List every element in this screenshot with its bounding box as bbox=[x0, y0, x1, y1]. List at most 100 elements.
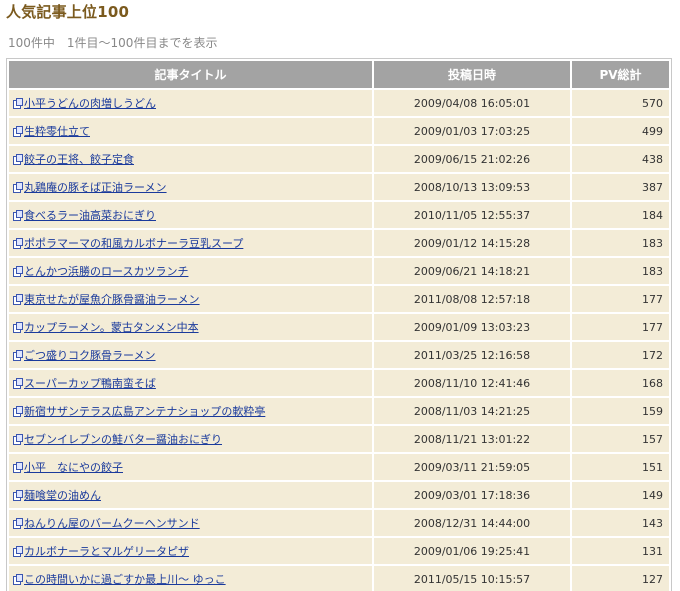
article-link[interactable]: 餃子の王将、餃子定食 bbox=[24, 153, 134, 166]
pv-cell: 172 bbox=[572, 342, 669, 368]
pv-cell: 168 bbox=[572, 370, 669, 396]
date-cell: 2009/01/03 17:03:25 bbox=[374, 118, 570, 144]
title-cell: とんかつ浜勝のロースカツランチ bbox=[9, 258, 372, 284]
date-cell: 2009/01/06 19:25:41 bbox=[374, 538, 570, 564]
table-row: この時間いかに過ごすか最上川～ ゆっこ 2011/05/15 10:15:57 12… bbox=[9, 566, 669, 591]
page-icon bbox=[13, 406, 23, 417]
pv-cell: 159 bbox=[572, 398, 669, 424]
date-cell: 2008/10/13 13:09:53 bbox=[374, 174, 570, 200]
page-icon bbox=[13, 182, 23, 193]
title-cell: 麺喰堂の油めん bbox=[9, 482, 372, 508]
page-icon bbox=[13, 266, 23, 277]
pv-cell: 127 bbox=[572, 566, 669, 591]
title-cell: 東京せたが屋魚介豚骨醤油ラーメン bbox=[9, 286, 372, 312]
date-cell: 2009/06/15 21:02:26 bbox=[374, 146, 570, 172]
table-row: 小平 なにやの餃子 2009/03/11 21:59:05 151 bbox=[9, 454, 669, 480]
table-row: ごつ盛りコク豚骨ラーメン 2011/03/25 12:16:58 172 bbox=[9, 342, 669, 368]
page-icon bbox=[13, 154, 23, 165]
article-link[interactable]: カルボナーラとマルゲリータピザ bbox=[24, 545, 189, 558]
date-cell: 2008/11/21 13:01:22 bbox=[374, 426, 570, 452]
article-link[interactable]: 麺喰堂の油めん bbox=[24, 489, 101, 502]
article-link[interactable]: 丸鶏庵の豚そば正油ラーメン bbox=[24, 181, 167, 194]
column-header-date: 投稿日時 bbox=[374, 61, 570, 88]
table-row: とんかつ浜勝のロースカツランチ 2009/06/21 14:18:21 183 bbox=[9, 258, 669, 284]
pv-cell: 387 bbox=[572, 174, 669, 200]
column-header-pv: PV総計 bbox=[572, 61, 669, 88]
table-row: 食べるラー油高菜おにぎり 2010/11/05 12:55:37 184 bbox=[9, 202, 669, 228]
page-icon bbox=[13, 98, 23, 109]
table-row: スーパーカップ鴨南蛮そば 2008/11/10 12:41:46 168 bbox=[9, 370, 669, 396]
article-link[interactable]: 生粋零仕立て bbox=[24, 125, 90, 138]
date-cell: 2009/03/01 17:18:36 bbox=[374, 482, 570, 508]
table-row: セブンイレブンの鮭バター醤油おにぎり 2008/11/21 13:01:22 157 bbox=[9, 426, 669, 452]
table-row: カルボナーラとマルゲリータピザ 2009/01/06 19:25:41 131 bbox=[9, 538, 669, 564]
article-link[interactable]: 小平 なにやの餃子 bbox=[24, 461, 123, 474]
ranking-table-wrapper: 記事タイトル 投稿日時 PV総計 小平うどんの肉増しうどん 2009/04/08 … bbox=[6, 58, 672, 591]
article-link[interactable]: とんかつ浜勝のロースカツランチ bbox=[24, 265, 188, 278]
date-cell: 2008/11/03 14:21:25 bbox=[374, 398, 570, 424]
table-row: ポポラマーマの和風カルボナーラ豆乳スープ 2009/01/12 14:15:28 1… bbox=[9, 230, 669, 256]
page-icon bbox=[13, 238, 23, 249]
page-icon bbox=[13, 434, 23, 445]
article-link[interactable]: 新宿サザンテラス広島アンテナショップの軟粋亭 bbox=[24, 405, 265, 418]
page-icon bbox=[13, 350, 23, 361]
pv-cell: 570 bbox=[572, 90, 669, 116]
table-body: 小平うどんの肉増しうどん 2009/04/08 16:05:01 570 生粋零仕立て… bbox=[9, 90, 669, 591]
pv-cell: 143 bbox=[572, 510, 669, 536]
title-cell: 丸鶏庵の豚そば正油ラーメン bbox=[9, 174, 372, 200]
pv-cell: 183 bbox=[572, 258, 669, 284]
page-icon bbox=[13, 210, 23, 221]
title-cell: 小平 なにやの餃子 bbox=[9, 454, 372, 480]
article-link[interactable]: セブンイレブンの鮭バター醤油おにぎり bbox=[24, 433, 222, 446]
page-icon bbox=[13, 574, 23, 585]
title-cell: この時間いかに過ごすか最上川～ ゆっこ bbox=[9, 566, 372, 591]
title-cell: ねんりん屋のバームクーヘンサンド bbox=[9, 510, 372, 536]
article-link[interactable]: スーパーカップ鴨南蛮そば bbox=[24, 377, 156, 390]
article-link[interactable]: 小平うどんの肉増しうどん bbox=[24, 97, 156, 110]
title-cell: 食べるラー油高菜おにぎり bbox=[9, 202, 372, 228]
date-cell: 2009/01/12 14:15:28 bbox=[374, 230, 570, 256]
page-icon bbox=[13, 126, 23, 137]
article-link[interactable]: ねんりん屋のバームクーヘンサンド bbox=[24, 517, 200, 530]
title-cell: 小平うどんの肉増しうどん bbox=[9, 90, 372, 116]
page-icon bbox=[13, 294, 23, 305]
pv-cell: 157 bbox=[572, 426, 669, 452]
title-cell: 生粋零仕立て bbox=[9, 118, 372, 144]
result-summary: 100件中 1件目～100件目までを表示 bbox=[8, 36, 218, 50]
title-cell: 新宿サザンテラス広島アンテナショップの軟粋亭 bbox=[9, 398, 372, 424]
table-row: 麺喰堂の油めん 2009/03/01 17:18:36 149 bbox=[9, 482, 669, 508]
title-cell: ポポラマーマの和風カルボナーラ豆乳スープ bbox=[9, 230, 372, 256]
title-cell: セブンイレブンの鮭バター醤油おにぎり bbox=[9, 426, 372, 452]
page-icon bbox=[13, 378, 23, 389]
table-row: 小平うどんの肉増しうどん 2009/04/08 16:05:01 570 bbox=[9, 90, 669, 116]
article-link[interactable]: ごつ盛りコク豚骨ラーメン bbox=[24, 349, 156, 362]
date-cell: 2009/04/08 16:05:01 bbox=[374, 90, 570, 116]
ranking-table: 記事タイトル 投稿日時 PV総計 小平うどんの肉増しうどん 2009/04/08 … bbox=[6, 58, 672, 591]
pv-cell: 177 bbox=[572, 286, 669, 312]
title-cell: カルボナーラとマルゲリータピザ bbox=[9, 538, 372, 564]
article-link[interactable]: この時間いかに過ごすか最上川～ ゆっこ bbox=[24, 573, 226, 586]
table-header-row: 記事タイトル 投稿日時 PV総計 bbox=[9, 61, 669, 88]
article-link[interactable]: ポポラマーマの和風カルボナーラ豆乳スープ bbox=[24, 237, 243, 250]
article-link[interactable]: 東京せたが屋魚介豚骨醤油ラーメン bbox=[24, 293, 200, 306]
column-header-title: 記事タイトル bbox=[9, 61, 372, 88]
title-cell: ごつ盛りコク豚骨ラーメン bbox=[9, 342, 372, 368]
page: 人気記事上位100 100件中 1件目～100件目までを表示 記事タイトル 投稿… bbox=[0, 0, 680, 591]
pv-cell: 151 bbox=[572, 454, 669, 480]
date-cell: 2011/05/15 10:15:57 bbox=[374, 566, 570, 591]
date-cell: 2011/03/25 12:16:58 bbox=[374, 342, 570, 368]
date-cell: 2009/01/09 13:03:23 bbox=[374, 314, 570, 340]
date-cell: 2008/11/10 12:41:46 bbox=[374, 370, 570, 396]
pv-cell: 438 bbox=[572, 146, 669, 172]
table-row: ねんりん屋のバームクーヘンサンド 2008/12/31 14:44:00 143 bbox=[9, 510, 669, 536]
page-icon bbox=[13, 518, 23, 529]
pv-cell: 499 bbox=[572, 118, 669, 144]
page-icon bbox=[13, 462, 23, 473]
page-icon bbox=[13, 546, 23, 557]
title-cell: 餃子の王将、餃子定食 bbox=[9, 146, 372, 172]
title-cell: カップラーメン。蒙古タンメン中本 bbox=[9, 314, 372, 340]
page-icon bbox=[13, 322, 23, 333]
pv-cell: 177 bbox=[572, 314, 669, 340]
article-link[interactable]: 食べるラー油高菜おにぎり bbox=[24, 209, 156, 222]
article-link[interactable]: カップラーメン。蒙古タンメン中本 bbox=[24, 321, 199, 334]
